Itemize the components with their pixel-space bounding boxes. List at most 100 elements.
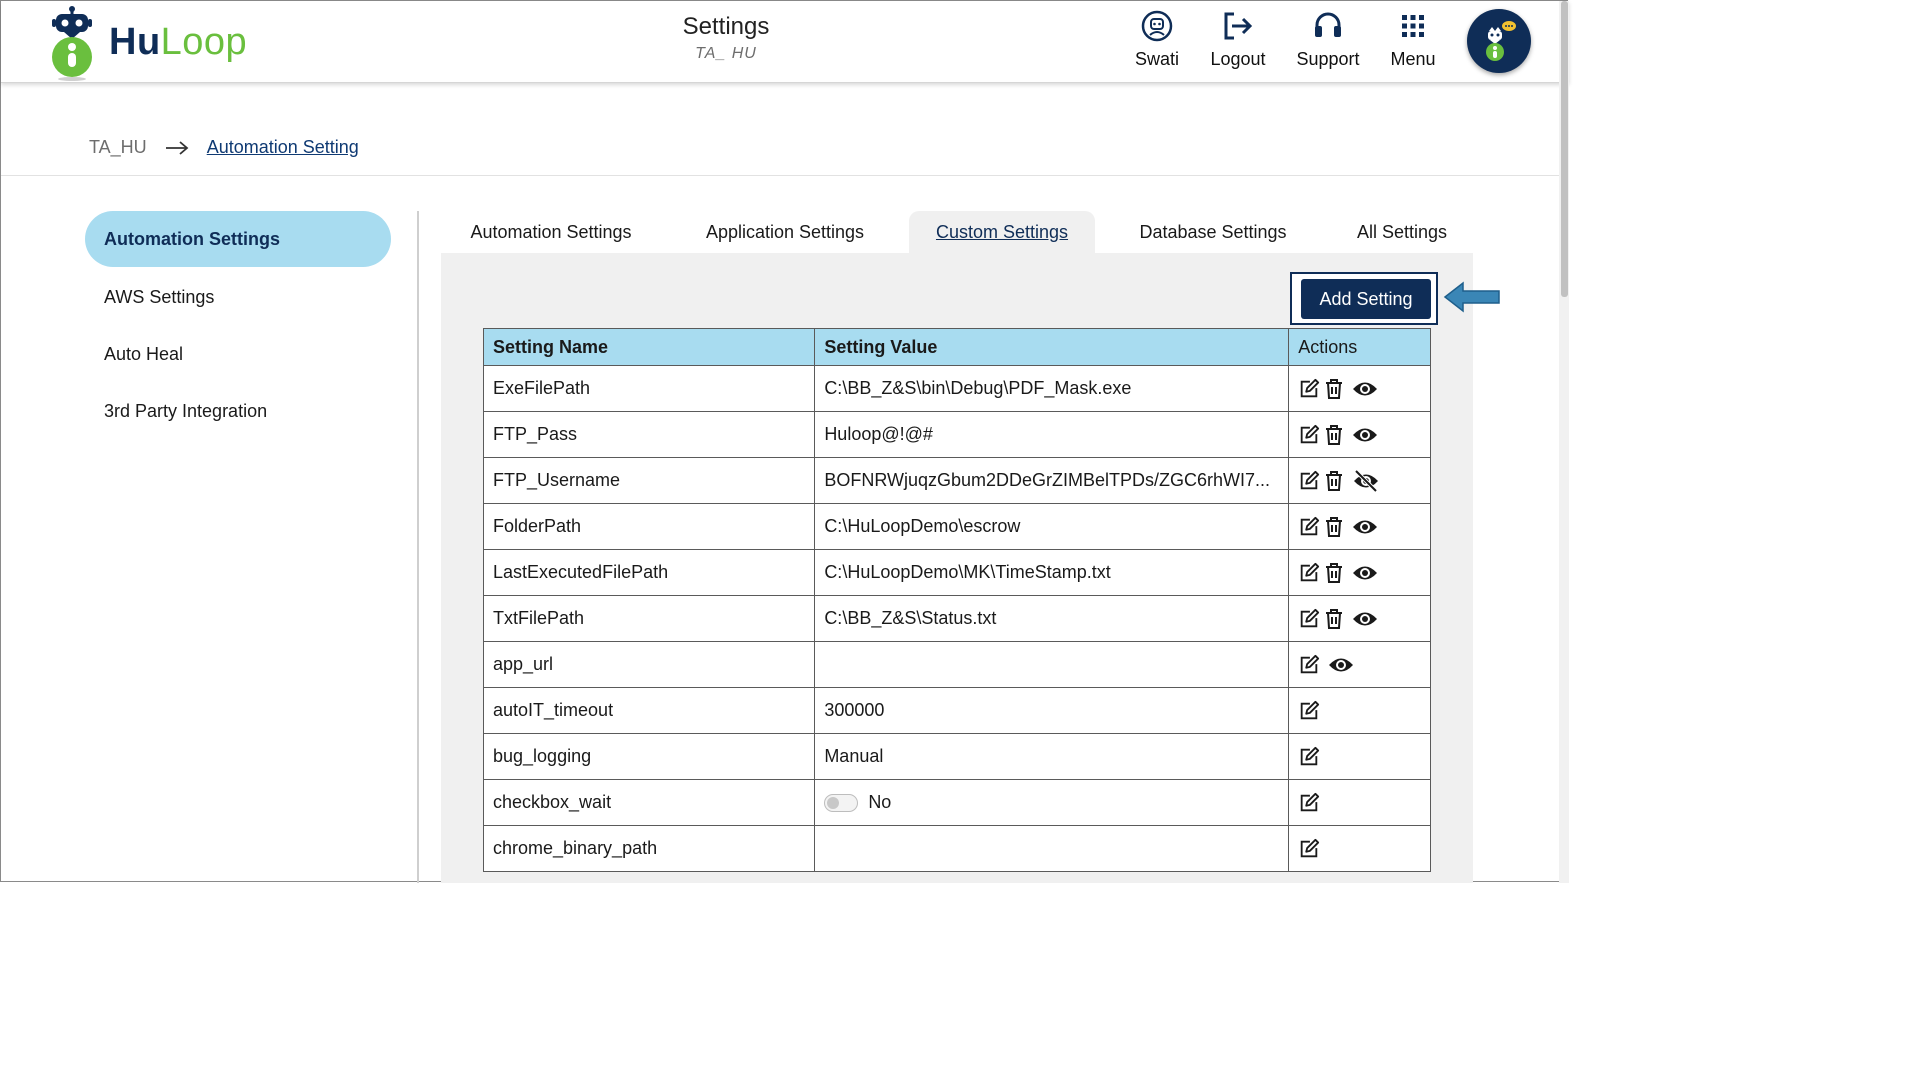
table-row: ExeFilePath C:\BB_Z&S\bin\Debug\PDF_Mask.… xyxy=(482,365,1431,412)
toggle-label: No xyxy=(868,792,892,812)
edit-icon[interactable] xyxy=(1298,424,1320,446)
setting-name-cell: TxtFilePath xyxy=(482,595,816,642)
trash-icon[interactable] xyxy=(1324,378,1344,400)
row-actions xyxy=(1298,700,1430,722)
setting-name-cell: FolderPath xyxy=(482,503,816,550)
sidebar-item-automation-settings[interactable]: Automation Settings xyxy=(85,211,391,267)
eye-icon[interactable] xyxy=(1352,380,1378,398)
row-actions xyxy=(1298,424,1430,446)
row-actions xyxy=(1298,654,1430,676)
row-actions xyxy=(1298,516,1430,538)
sidebar-item-aws-settings[interactable]: AWS Settings xyxy=(85,269,391,325)
table-row: chrome_binary_path xyxy=(482,825,1431,872)
actions-cell xyxy=(1288,549,1431,596)
arrow-right-icon xyxy=(165,140,189,155)
setting-name-cell: app_url xyxy=(482,641,816,688)
eye-icon[interactable] xyxy=(1352,518,1378,536)
actions-cell xyxy=(1288,411,1431,458)
breadcrumb-root[interactable]: TA_HU xyxy=(89,137,147,158)
trash-icon[interactable] xyxy=(1324,562,1344,584)
row-actions xyxy=(1298,378,1430,400)
nav-support-label: Support xyxy=(1296,49,1360,69)
actions-cell xyxy=(1288,687,1431,734)
table-row: LastExecutedFilePath C:\HuLoopDemo\MK\Tim… xyxy=(482,549,1431,596)
custom-settings-table: Setting Name Setting Value Actions ExeFi… xyxy=(482,328,1431,872)
callout-arrow-left-icon xyxy=(1443,281,1501,318)
edit-icon[interactable] xyxy=(1298,516,1320,538)
edit-icon[interactable] xyxy=(1298,792,1320,814)
breadcrumb-current-link[interactable]: Automation Setting xyxy=(207,137,359,158)
edit-icon[interactable] xyxy=(1298,700,1320,722)
huloop-logo[interactable]: HuLoop xyxy=(45,3,285,81)
edit-icon[interactable] xyxy=(1298,562,1320,584)
row-actions xyxy=(1298,469,1430,492)
edit-icon[interactable] xyxy=(1298,654,1320,676)
actions-cell xyxy=(1288,503,1431,550)
edit-icon[interactable] xyxy=(1298,378,1320,400)
setting-name-cell: bug_logging xyxy=(482,733,816,780)
eye-icon[interactable] xyxy=(1352,610,1378,628)
column-header-actions: Actions xyxy=(1288,328,1431,366)
table-row: FTP_Pass Huloop@!@# xyxy=(482,411,1431,458)
setting-name-cell: checkbox_wait xyxy=(482,779,816,826)
toggle-switch[interactable] xyxy=(824,793,859,812)
eye-icon[interactable] xyxy=(1352,564,1378,582)
robot-logo-icon xyxy=(45,3,99,81)
setting-value-cell: C:\BB_Z&S\Status.txt xyxy=(814,595,1290,642)
sidebar-item-auto-heal[interactable]: Auto Heal xyxy=(85,326,391,382)
edit-icon[interactable] xyxy=(1298,746,1320,768)
tab-automation-settings[interactable]: Automation Settings xyxy=(453,211,649,253)
setting-value-cell: No xyxy=(814,779,1290,826)
page-title: Settings xyxy=(682,13,770,40)
setting-value-cell: 300000 xyxy=(814,687,1290,734)
nav-menu-label: Menu xyxy=(1390,49,1436,69)
row-actions xyxy=(1298,838,1430,860)
setting-name-cell: ExeFilePath xyxy=(482,365,816,412)
row-actions xyxy=(1298,608,1430,630)
edit-icon[interactable] xyxy=(1298,608,1320,630)
row-actions xyxy=(1298,746,1430,768)
setting-value-cell xyxy=(814,825,1290,872)
page-subtitle: TA_ HU xyxy=(695,45,757,62)
breadcrumb: TA_HU Automation Setting xyxy=(89,137,359,158)
trash-icon[interactable] xyxy=(1324,608,1344,630)
setting-name-cell: FTP_Username xyxy=(482,457,816,504)
trash-icon[interactable] xyxy=(1324,424,1344,446)
edit-icon[interactable] xyxy=(1298,838,1320,860)
nav-support[interactable]: Support xyxy=(1291,9,1365,70)
column-header-setting-value[interactable]: Setting Value xyxy=(814,328,1290,366)
setting-value-cell: BOFNRWjuqzGbum2DDeGrZIMBelTPDs/ZGC6rhWI7… xyxy=(814,457,1290,504)
app-header: HuLoop Settings TA_ HU Swati Logout Supp… xyxy=(1,1,1569,83)
toggle-wrapper: No xyxy=(824,792,1288,813)
sidebar-item-3rd-party-integration[interactable]: 3rd Party Integration xyxy=(85,383,391,439)
table-row: bug_logging Manual xyxy=(482,733,1431,780)
setting-name-cell: chrome_binary_path xyxy=(482,825,816,872)
assistant-avatar[interactable] xyxy=(1467,9,1531,73)
eye-slash-icon[interactable] xyxy=(1352,469,1380,492)
column-header-setting-name[interactable]: Setting Name xyxy=(482,328,816,366)
tab-custom-settings[interactable]: Custom Settings xyxy=(909,211,1095,253)
tab-database-settings[interactable]: Database Settings xyxy=(1125,211,1301,253)
actions-cell xyxy=(1288,365,1431,412)
tab-all-settings[interactable]: All Settings xyxy=(1341,211,1463,253)
nav-menu[interactable]: Menu xyxy=(1385,9,1441,70)
eye-icon[interactable] xyxy=(1352,426,1378,444)
setting-value-cell: C:\HuLoopDemo\MK\TimeStamp.txt xyxy=(814,549,1290,596)
nav-logout[interactable]: Logout xyxy=(1204,9,1272,70)
edit-icon[interactable] xyxy=(1298,470,1320,492)
page-title-block: Settings TA_ HU xyxy=(626,13,826,63)
setting-value-cell: C:\HuLoopDemo\escrow xyxy=(814,503,1290,550)
setting-name-cell: LastExecutedFilePath xyxy=(482,549,816,596)
setting-value-cell: Manual xyxy=(814,733,1290,780)
actions-cell xyxy=(1288,733,1431,780)
trash-icon[interactable] xyxy=(1324,516,1344,538)
nav-user[interactable]: Swati xyxy=(1127,9,1187,70)
page-scrollbar-thumb[interactable] xyxy=(1561,1,1568,297)
trash-icon[interactable] xyxy=(1324,470,1344,492)
add-setting-button[interactable]: Add Setting xyxy=(1301,279,1431,319)
breadcrumb-divider xyxy=(1,175,1569,176)
table-row: TxtFilePath C:\BB_Z&S\Status.txt xyxy=(482,595,1431,642)
table-row: checkbox_wait No xyxy=(482,779,1431,826)
eye-icon[interactable] xyxy=(1328,656,1354,674)
tab-application-settings[interactable]: Application Settings xyxy=(687,211,883,253)
